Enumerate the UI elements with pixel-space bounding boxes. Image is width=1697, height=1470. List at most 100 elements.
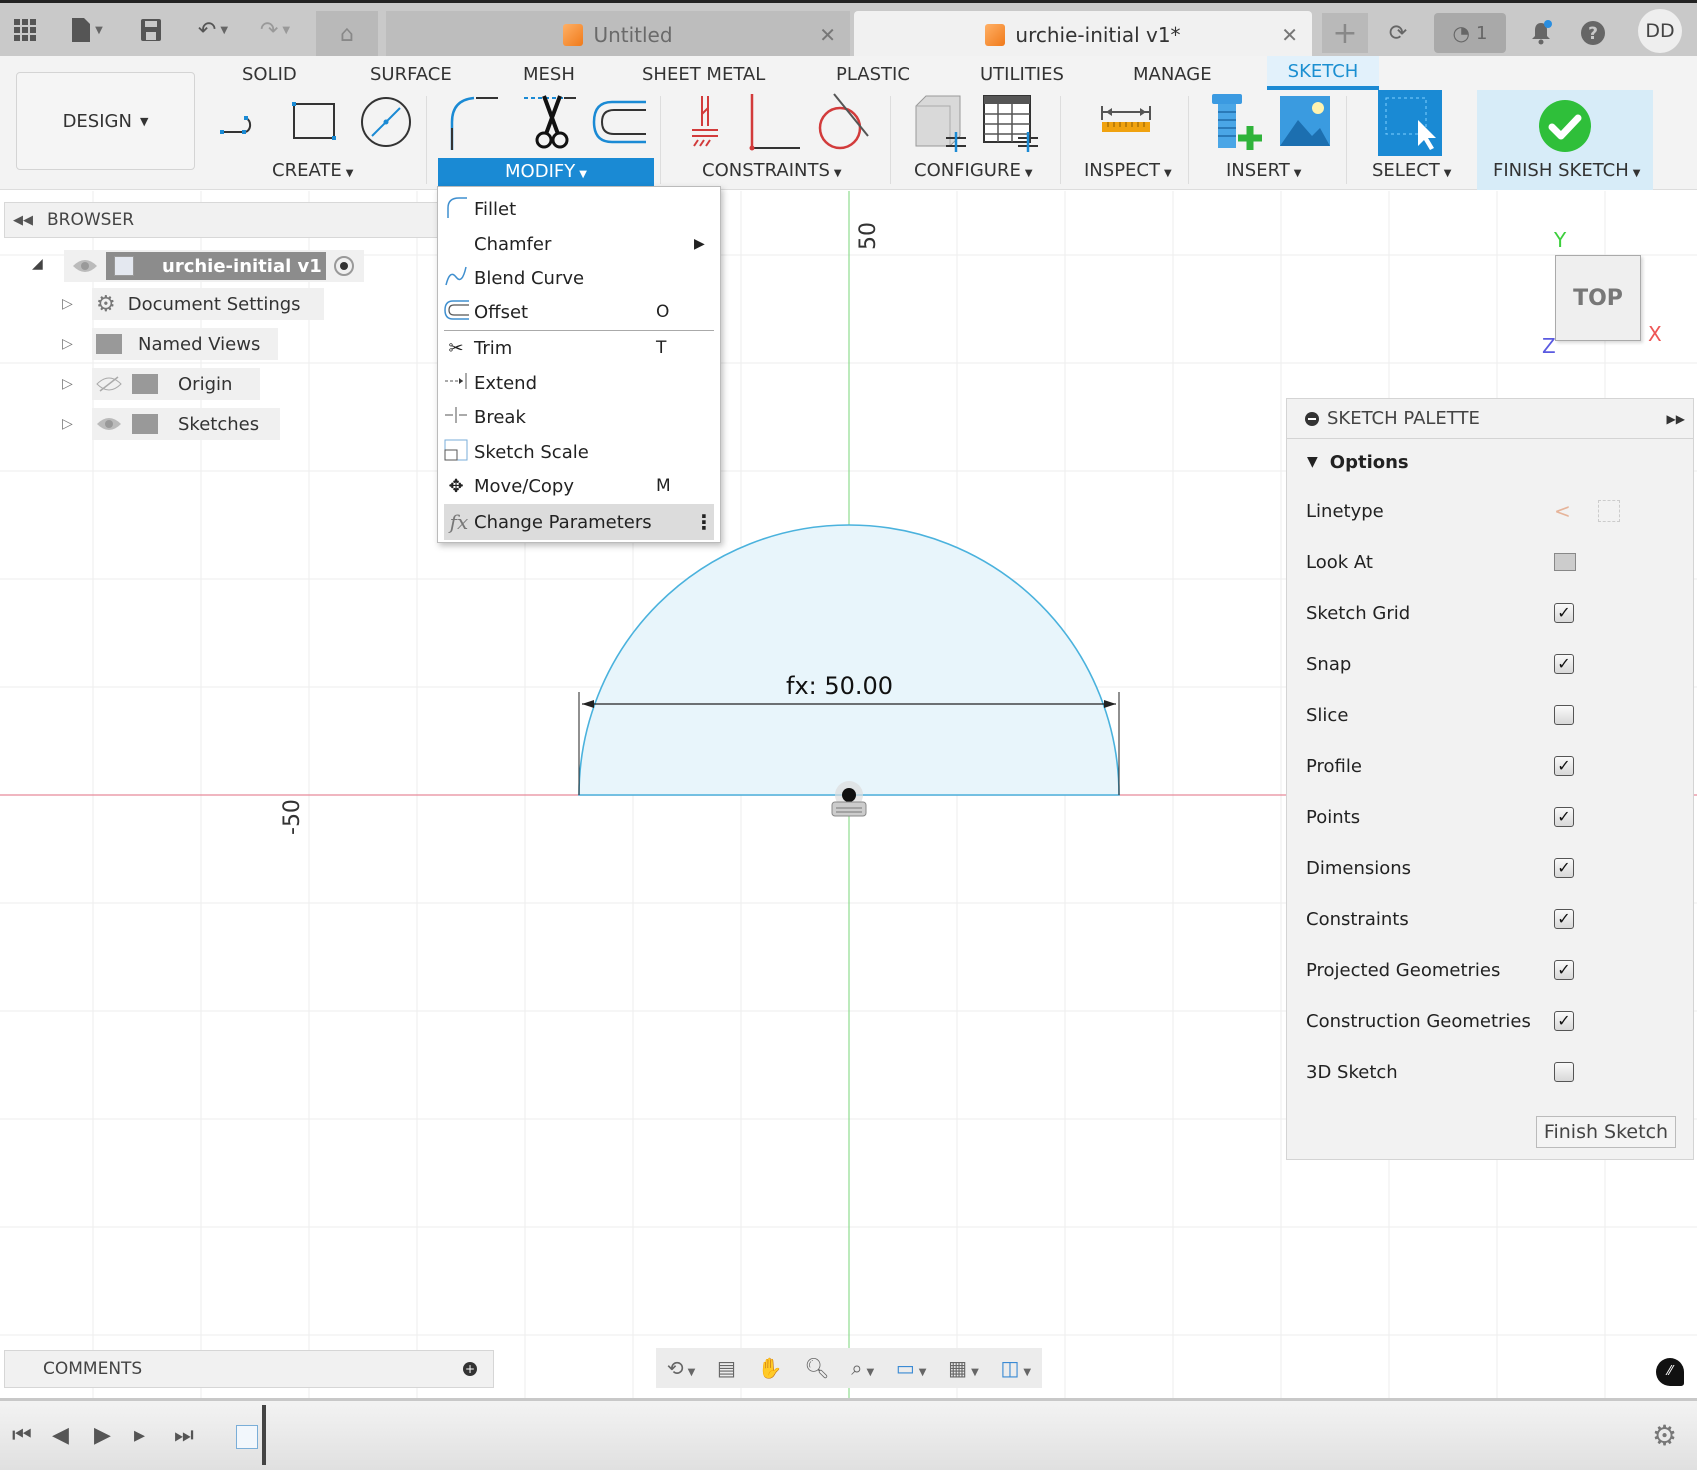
- palette-option-3d-sketch[interactable]: 3D Sketch: [1306, 1055, 1676, 1089]
- palette-option-projected-geometries[interactable]: Projected Geometries ✓: [1306, 953, 1676, 987]
- tab-solid[interactable]: SOLID: [242, 64, 297, 85]
- palette-option-snap[interactable]: Snap ✓: [1306, 647, 1676, 681]
- trim-tool-icon[interactable]: [520, 92, 580, 152]
- tab-surface[interactable]: SURFACE: [370, 64, 452, 85]
- step-back-icon[interactable]: ◀: [52, 1423, 69, 1448]
- tab-sheet-metal[interactable]: SHEET METAL: [642, 64, 765, 85]
- job-status-button[interactable]: ◔ 1: [1434, 13, 1506, 53]
- play-icon[interactable]: ▶: [94, 1423, 111, 1448]
- configure-menu[interactable]: CONFIGURE ▼: [914, 160, 1033, 181]
- checkbox[interactable]: ✓: [1554, 654, 1574, 674]
- home-button[interactable]: ⌂: [316, 11, 378, 57]
- sync-button[interactable]: ⟳: [1380, 13, 1416, 53]
- browser-item-sketches[interactable]: Sketches: [92, 408, 280, 440]
- options-section-header[interactable]: ▼ Options: [1307, 445, 1677, 479]
- menu-item-fillet[interactable]: Fillet: [438, 192, 720, 226]
- menu-item-break[interactable]: Break: [438, 400, 720, 434]
- browser-root-item[interactable]: urchie-initial v1: [64, 250, 364, 282]
- timeline-sketch-feature-icon[interactable]: [236, 1425, 258, 1449]
- dimension-value[interactable]: fx: 50.00: [786, 672, 893, 700]
- measure-tool-icon[interactable]: [1096, 92, 1156, 152]
- tangent-constraint-icon[interactable]: [812, 92, 872, 152]
- perpendicular-constraint-icon[interactable]: [744, 92, 804, 152]
- close-tab-icon[interactable]: ✕: [1281, 23, 1298, 47]
- circle-tool-icon[interactable]: [356, 92, 416, 152]
- fix-constraint-icon[interactable]: [676, 92, 736, 152]
- tab-sketch[interactable]: SKETCH: [1267, 56, 1379, 90]
- palette-option-sketch-grid[interactable]: Sketch Grid ✓: [1306, 596, 1676, 630]
- expand-document-settings-icon[interactable]: ▷: [62, 296, 73, 312]
- palette-option-constraints[interactable]: Constraints ✓: [1306, 902, 1676, 936]
- expand-sketches-icon[interactable]: ▷: [62, 416, 73, 432]
- expand-origin-icon[interactable]: ▷: [62, 376, 73, 392]
- construction-linetype-icon[interactable]: <: [1554, 499, 1571, 523]
- finish-sketch-menu[interactable]: FINISH SKETCH ▼: [1493, 160, 1640, 181]
- checkbox[interactable]: ✓: [1554, 909, 1574, 929]
- insert-menu[interactable]: INSERT ▼: [1226, 160, 1301, 181]
- app-grid-icon[interactable]: [10, 15, 40, 45]
- eye-icon[interactable]: [96, 415, 122, 433]
- line-tool-icon[interactable]: [216, 92, 276, 152]
- palette-option-profile[interactable]: Profile ✓: [1306, 749, 1676, 783]
- checkbox[interactable]: [1554, 1062, 1574, 1082]
- rectangle-tool-icon[interactable]: [286, 92, 346, 152]
- origin-point[interactable]: [842, 788, 856, 802]
- look-at-icon[interactable]: [1554, 553, 1576, 571]
- palette-option-look-at[interactable]: Look At: [1306, 545, 1676, 579]
- browser-item-document-settings[interactable]: ⚙ Document Settings: [92, 288, 324, 320]
- menu-item-move-copy[interactable]: ✥ Move/Copy M: [438, 469, 720, 503]
- timeline-settings-gear-icon[interactable]: ⚙: [1652, 1419, 1677, 1452]
- add-comment-icon[interactable]: +: [463, 1362, 477, 1376]
- expand-named-views-icon[interactable]: ▷: [62, 336, 73, 352]
- expand-palette-icon[interactable]: ▶▶: [1667, 412, 1685, 426]
- palette-option-points[interactable]: Points ✓: [1306, 800, 1676, 834]
- view-cube-face-label[interactable]: TOP: [1573, 286, 1623, 311]
- workspace-switcher[interactable]: DESIGN ▼: [16, 72, 195, 170]
- menu-item-extend[interactable]: Extend: [438, 366, 720, 400]
- collapse-root-icon[interactable]: ◢: [32, 256, 43, 272]
- notifications-button[interactable]: [1524, 13, 1558, 53]
- fit-icon[interactable]: ⌕ ▼: [851, 1356, 874, 1380]
- tab-utilities[interactable]: UTILITIES: [980, 64, 1064, 85]
- help-button[interactable]: ?: [1576, 13, 1610, 53]
- undo-button[interactable]: ↶ ▼: [190, 15, 236, 45]
- look-at-icon[interactable]: ▤: [717, 1356, 736, 1380]
- insert-canvas-icon[interactable]: [1276, 92, 1336, 152]
- palette-option-linetype[interactable]: Linetype <: [1306, 494, 1676, 528]
- palette-option-slice[interactable]: Slice: [1306, 698, 1676, 732]
- view-cube[interactable]: TOP: [1555, 255, 1641, 341]
- tab-plastic[interactable]: PLASTIC: [836, 64, 910, 85]
- timeline-marker[interactable]: [262, 1405, 266, 1465]
- collapse-browser-icon[interactable]: ◀◀: [13, 213, 33, 228]
- menu-item-chamfer[interactable]: Chamfer ▶: [438, 227, 720, 261]
- menu-item-offset[interactable]: Offset O: [438, 295, 720, 329]
- tab-manage[interactable]: MANAGE: [1133, 64, 1212, 85]
- step-forward-icon[interactable]: ▸: [134, 1423, 145, 1448]
- semicircle-profile[interactable]: [578, 524, 1120, 796]
- select-tool-icon[interactable]: [1378, 90, 1442, 156]
- checkbox[interactable]: ✓: [1554, 756, 1574, 776]
- checkbox[interactable]: ✓: [1554, 858, 1574, 878]
- new-tab-button[interactable]: +: [1322, 13, 1368, 53]
- user-avatar[interactable]: DD: [1638, 9, 1682, 53]
- viewports-icon[interactable]: ◫ ▼: [1000, 1356, 1031, 1380]
- file-menu-button[interactable]: ▼: [64, 15, 110, 45]
- modify-menu[interactable]: MODIFY ▼: [438, 158, 654, 186]
- zoom-icon[interactable]: 🔍︎: [804, 1356, 829, 1380]
- document-tab-untitled[interactable]: Untitled ✕: [386, 11, 850, 59]
- configuration-table-icon[interactable]: [980, 92, 1040, 152]
- menu-item-change-parameters[interactable]: fx Change Parameters ⋮: [444, 504, 714, 540]
- document-tab-urchie[interactable]: urchie-initial v1* ✕: [854, 11, 1312, 59]
- go-to-start-icon[interactable]: ⏮: [12, 1423, 32, 1448]
- checkbox[interactable]: ✓: [1554, 960, 1574, 980]
- fillet-tool-icon[interactable]: [446, 92, 506, 152]
- palette-option-dimensions[interactable]: Dimensions ✓: [1306, 851, 1676, 885]
- browser-item-origin[interactable]: Origin: [92, 368, 260, 400]
- menu-item-sketch-scale[interactable]: Sketch Scale: [438, 435, 720, 469]
- configure-component-icon[interactable]: [910, 92, 970, 152]
- inspect-menu[interactable]: INSPECT ▼: [1084, 160, 1172, 181]
- go-to-end-icon[interactable]: ⏭: [174, 1423, 194, 1448]
- finish-sketch-button[interactable]: Finish Sketch: [1536, 1116, 1676, 1148]
- select-menu[interactable]: SELECT ▼: [1372, 160, 1451, 181]
- menu-item-trim[interactable]: ✂ Trim T: [438, 331, 720, 365]
